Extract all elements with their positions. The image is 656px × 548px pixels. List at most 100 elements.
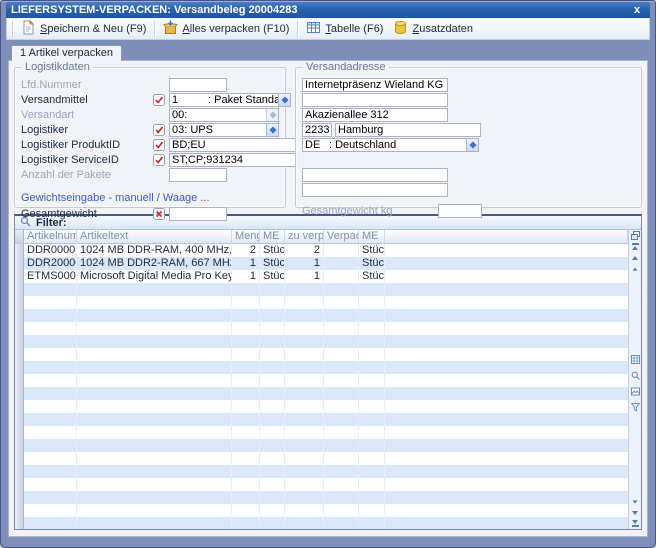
cell-menge[interactable] [232,387,260,400]
table-row-empty[interactable] [15,322,628,335]
lfd-nummer-input[interactable] [169,78,227,92]
cell-artikeltext[interactable] [77,413,232,426]
cell-zu-verpacken[interactable]: 1 [285,257,324,270]
cell-verpackt[interactable] [324,400,359,413]
cell-me[interactable] [260,439,285,452]
cell-me[interactable] [260,426,285,439]
cell-me[interactable] [260,296,285,309]
cell-menge[interactable]: 1 [232,270,260,283]
cell-menge[interactable] [232,465,260,478]
cell-artikeltext[interactable] [77,400,232,413]
cell-artikelnummer[interactable] [24,491,77,504]
scroll-bottom-icon[interactable] [630,518,641,529]
logistiker-combo[interactable]: 03: UPS [169,123,279,137]
cell-menge[interactable] [232,374,260,387]
dropdown-icon[interactable] [278,94,290,106]
cell-artikeltext[interactable]: Microsoft Digital Media Pro Keyboard [77,270,232,283]
cell-artikelnummer[interactable] [24,452,77,465]
cell-zu-verpacken[interactable] [285,335,324,348]
cell-artikeltext[interactable] [77,322,232,335]
cell-artikeltext[interactable] [77,452,232,465]
filter-funnel-icon[interactable] [631,403,640,415]
cell-zu-verpacken[interactable] [285,400,324,413]
cell-menge[interactable] [232,348,260,361]
adresse-name1-input[interactable] [302,78,448,92]
table-row-empty[interactable] [15,348,628,361]
cell-me[interactable] [260,400,285,413]
pack-all-button[interactable]: Alles verpacken (F10) [158,19,294,39]
edit-cross-icon[interactable] [153,208,169,220]
cell-artikelnummer[interactable] [24,413,77,426]
cell-verpackt[interactable] [324,309,359,322]
gesamtgewicht-input[interactable] [169,207,227,221]
cell-menge[interactable] [232,361,260,374]
cell-verpackt[interactable] [324,361,359,374]
cell-artikelnummer[interactable]: DDR00008 [24,244,77,257]
cell-me2[interactable] [359,439,385,452]
table-row-empty[interactable] [15,335,628,348]
extra-data-button[interactable]: Zusatzdaten [388,19,478,39]
cell-me[interactable] [260,413,285,426]
cell-artikeltext[interactable] [77,504,232,517]
cell-zu-verpacken[interactable]: 1 [285,270,324,283]
cell-verpackt[interactable] [324,465,359,478]
cell-artikelnummer[interactable]: ETMS00003 [24,270,77,283]
cell-artikeltext[interactable] [77,478,232,491]
cell-me2[interactable] [359,413,385,426]
cell-artikeltext[interactable] [77,335,232,348]
cell-artikeltext[interactable] [77,348,232,361]
cell-me2[interactable]: Stück [359,270,385,283]
cell-zu-verpacken[interactable] [285,387,324,400]
cell-zu-verpacken[interactable] [285,504,324,517]
scroll-up-small-icon[interactable] [630,263,641,274]
cell-verpackt[interactable] [324,504,359,517]
cell-zu-verpacken[interactable] [285,478,324,491]
adresse-land-combo[interactable]: DE: Deutschland [302,138,479,152]
cell-artikelnummer[interactable]: DDR200008 [24,257,77,270]
cell-artikelnummer[interactable] [24,322,77,335]
cell-me[interactable]: Stück [260,244,285,257]
cell-me[interactable] [260,387,285,400]
cell-zu-verpacken[interactable] [285,517,324,529]
edit-check-icon[interactable] [153,139,169,151]
zoom-icon[interactable] [631,371,640,383]
cell-artikeltext[interactable] [77,374,232,387]
cell-zu-verpacken[interactable] [285,491,324,504]
cell-zu-verpacken[interactable] [285,413,324,426]
cell-verpackt[interactable] [324,348,359,361]
table-row-empty[interactable] [15,439,628,452]
cell-me2[interactable] [359,296,385,309]
cell-artikelnummer[interactable] [24,517,77,529]
cell-zu-verpacken[interactable] [285,374,324,387]
cell-menge[interactable] [232,296,260,309]
cell-artikeltext[interactable] [77,465,232,478]
table-row[interactable]: ETMS00003Microsoft Digital Media Pro Key… [15,270,628,283]
cell-artikelnummer[interactable] [24,387,77,400]
cell-me2[interactable] [359,387,385,400]
cell-artikelnummer[interactable] [24,296,77,309]
cell-me2[interactable] [359,517,385,529]
cell-verpackt[interactable] [324,491,359,504]
table-row-empty[interactable] [15,491,628,504]
cell-verpackt[interactable] [324,413,359,426]
cell-verpackt[interactable] [324,439,359,452]
column-header-me2[interactable]: ME [359,230,385,244]
adresse-zusatz1-input[interactable] [302,168,448,182]
cell-menge[interactable] [232,426,260,439]
cell-me2[interactable] [359,322,385,335]
adresse-strasse-input[interactable] [302,108,448,122]
cell-zu-verpacken[interactable] [285,426,324,439]
cell-artikeltext[interactable] [77,309,232,322]
column-chooser-icon[interactable] [630,230,641,241]
table-row[interactable]: DDR000081024 MB DDR-RAM, 400 MHz, PC-320… [15,244,628,257]
cell-me[interactable]: Stück [260,270,285,283]
cell-me2[interactable] [359,348,385,361]
column-header-zu-verpacken[interactable]: zu verpacke [285,230,324,244]
cell-verpackt[interactable] [324,426,359,439]
table-row-empty[interactable] [15,426,628,439]
cell-me2[interactable] [359,283,385,296]
table-row-empty[interactable] [15,309,628,322]
cell-me[interactable] [260,361,285,374]
cell-menge[interactable] [232,439,260,452]
cell-me2[interactable] [359,478,385,491]
